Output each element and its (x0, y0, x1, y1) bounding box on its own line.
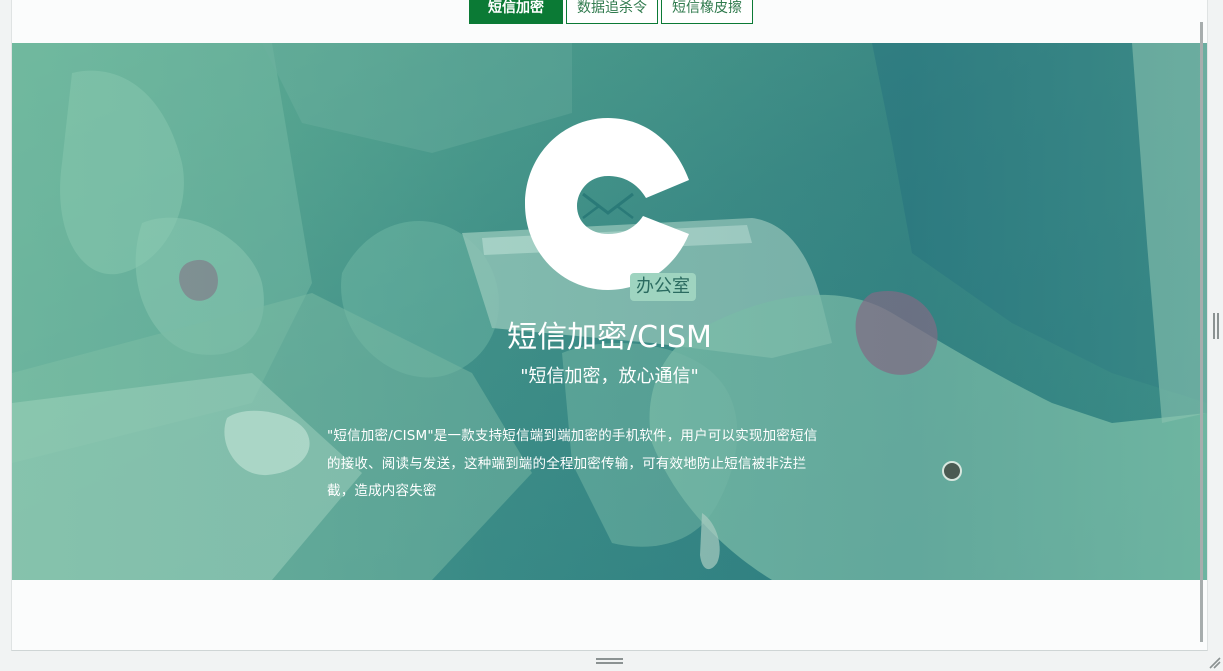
phone-screen-label: 办公室 (630, 273, 696, 301)
hero-description-line: "短信加密/CISM"是一款支持短信端到端加密的手机软件，用户可以实现加密短信 (327, 428, 818, 444)
tab-sms-eraser[interactable]: 短信橡皮擦 (661, 0, 753, 24)
tab-data-kill-order[interactable]: 数据追杀令 (566, 0, 658, 24)
hero-description-line: 截，造成内容失密 (327, 483, 437, 499)
hero-description-line: 的接收、阅读与发送，这种端到端的全程加密传输，可有效地防止短信被非法拦 (327, 455, 807, 472)
resize-corner-icon[interactable] (1208, 656, 1221, 669)
hero-subtitle: "短信加密，放心通信" (520, 366, 699, 387)
tab-sms-encryption[interactable]: 短信加密 (469, 0, 563, 24)
hero-description: "短信加密/CISM"是一款支持短信端到端加密的手机软件，用户可以实现加密短信 … (327, 423, 892, 506)
envelope-c-logo-icon (525, 118, 689, 290)
product-tabs: 短信加密 数据追杀令 短信橡皮擦 (469, 0, 753, 24)
hero-banner: 办公室 短信加密/CISM "短信加密，放心通信" "短信加密/CISM"是一款… (12, 43, 1207, 580)
scrollbar-thumb[interactable] (1200, 22, 1203, 642)
resize-grip-icon[interactable] (1213, 313, 1219, 339)
hero-title: 短信加密/CISM (507, 320, 712, 355)
resize-grip-icon[interactable] (596, 658, 623, 664)
browser-window: 短信加密 数据追杀令 短信橡皮擦 办公室 短信加密/CISM "短信加密，放心通… (11, 0, 1208, 651)
carousel-dot-icon[interactable] (942, 461, 962, 481)
